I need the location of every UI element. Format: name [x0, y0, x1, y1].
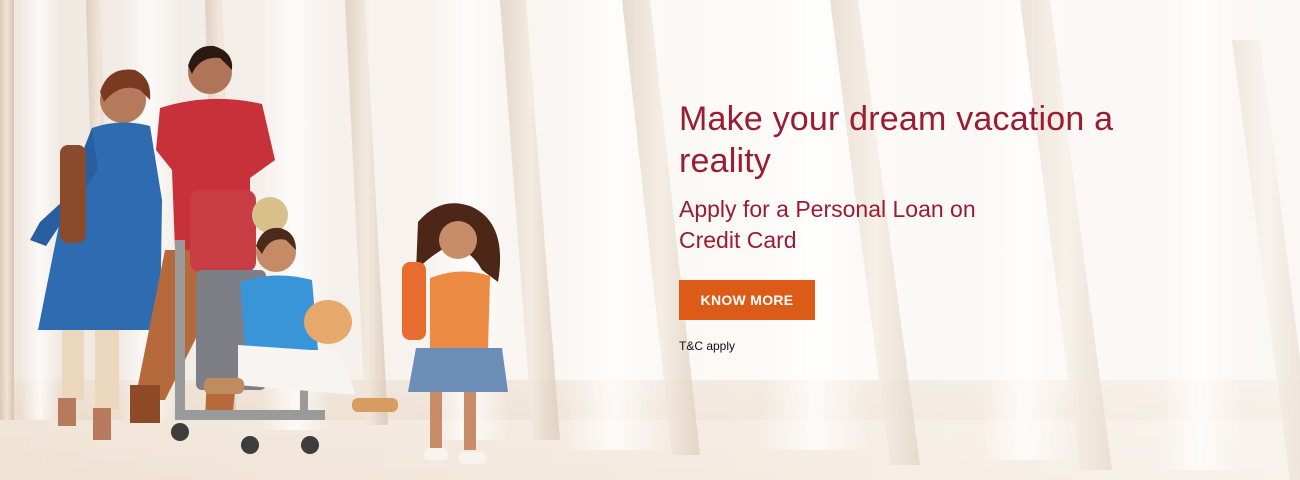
- banner-subheadline: Apply for a Personal Loan on Credit Card: [679, 196, 976, 253]
- banner-copy: Make your dream vacation a reality Apply…: [679, 98, 1159, 353]
- promo-banner[interactable]: Make your dream vacation a reality Apply…: [0, 0, 1300, 480]
- banner-headline: Make your dream vacation a reality: [679, 100, 1114, 180]
- know-more-button[interactable]: KNOW MORE: [679, 280, 815, 320]
- terms-conditions-note[interactable]: T&C apply: [679, 339, 1159, 353]
